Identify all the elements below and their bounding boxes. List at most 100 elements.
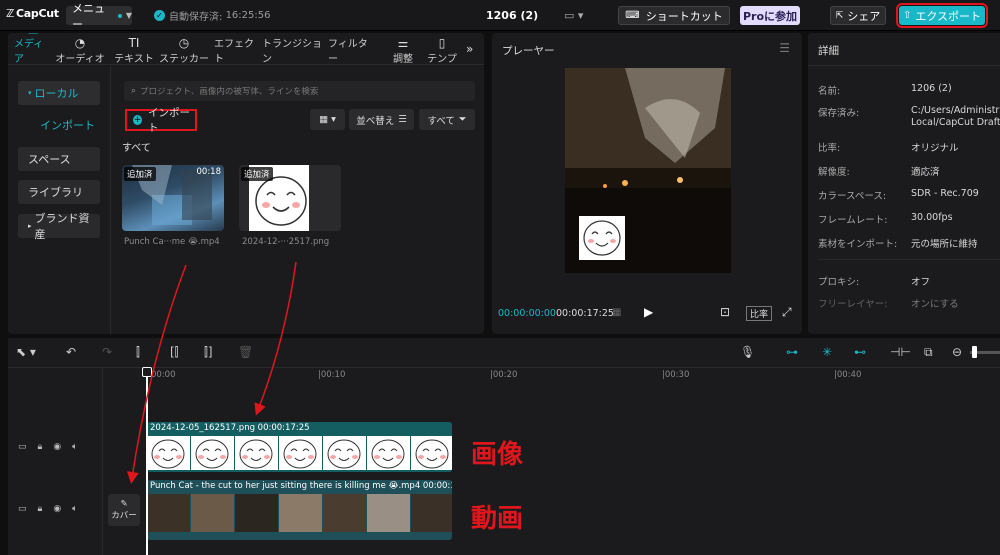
menu-button[interactable]: メニュー ▼ — [66, 2, 132, 31]
detail-value: C:/Users/Administra — [911, 105, 1000, 116]
delete-icon[interactable]: 🗑 — [238, 345, 253, 359]
tab-label: トランジション — [262, 39, 322, 65]
tab-effect[interactable]: ☆エフェクト — [214, 33, 260, 65]
split-icon[interactable]: ⫿ — [136, 345, 140, 360]
text-icon: TI — [128, 36, 140, 50]
cover-button[interactable]: ✎ カバー — [108, 494, 140, 526]
auto-snap-icon[interactable]: ✳ — [822, 345, 832, 359]
import-button[interactable]: + インポート — [125, 107, 197, 134]
sidebar-item-local[interactable]: ▾ ローカル — [18, 81, 100, 105]
export-button[interactable]: ⇧ エクスポート — [896, 3, 988, 28]
filter-button[interactable]: すべて ⏷ — [419, 109, 475, 130]
zoom-slider-handle[interactable] — [972, 346, 977, 358]
detail-label: プロキシ: — [818, 277, 860, 288]
detail-label: 保存済み: — [818, 108, 860, 119]
video-frame — [279, 494, 322, 532]
export-label: エクスポート — [915, 9, 982, 23]
player-menu-icon[interactable]: ☰ — [779, 41, 790, 55]
tab-adjust[interactable]: ⚌ 調整 — [388, 35, 418, 66]
sort-icon: ☰ — [398, 114, 407, 125]
pro-button[interactable]: Proに参加 — [740, 6, 800, 25]
ratio-button[interactable]: 比率 — [746, 306, 773, 321]
tab-text[interactable]: TI テキスト — [112, 35, 156, 66]
playhead[interactable] — [146, 368, 148, 555]
shortcut-button[interactable]: ⌨ ショートカット — [618, 6, 730, 25]
speaker-icon[interactable]: 🔈︎ — [72, 442, 77, 452]
sidebar-item-import[interactable]: インポート — [18, 113, 100, 137]
video-preview[interactable] — [565, 68, 731, 273]
layout-icon[interactable]: ▭ ▾ — [564, 9, 583, 22]
video-clip[interactable]: Punch Cat - the cut to her just sitting … — [147, 480, 452, 540]
tab-filter[interactable]: ❀フィルター — [328, 33, 376, 65]
audio-icon: ◔ — [74, 36, 86, 50]
share-button[interactable]: ⇱ シェア — [830, 6, 886, 25]
tab-label: オーディオ — [55, 54, 105, 65]
lock-icon[interactable]: 🔒︎ — [38, 442, 43, 452]
image-clip-frames — [147, 436, 452, 470]
detail-value: SDR - Rec.709 — [911, 188, 979, 199]
adjust-icon: ⚌ — [397, 36, 409, 50]
tab-sticker[interactable]: ◷ ステッカー — [158, 35, 210, 66]
tab-transition[interactable]: ⋈トランジション — [262, 33, 324, 65]
detail-label: 素材をインポート: — [818, 239, 898, 250]
sticker-icon: ◷ — [178, 36, 190, 50]
sort-label: 並べ替え — [356, 115, 395, 127]
redo-icon[interactable]: ↷ — [102, 345, 112, 359]
undo-icon[interactable]: ↶ — [66, 345, 76, 359]
timeline-panel: ⬉ ▾ ↶ ↷ ⫿ [⫿ ⫿] 🗑 🎙 ⊶ ✳ ⊷ ⊣⊢ ⧉ ⊖ 00:00 |… — [8, 338, 1000, 555]
tab-audio[interactable]: ◔ オーディオ — [52, 35, 108, 66]
detail-label: フリーレイヤー: — [818, 299, 888, 310]
ruler-mark: |00:30 — [662, 370, 690, 380]
media-thumbnail-image[interactable]: 追加済 — [239, 165, 341, 231]
search-input[interactable]: ⌕ プロジェクト、画像内の被写体、ラインを検索 — [124, 81, 475, 101]
timeline-toolbar: ⬉ ▾ ↶ ↷ ⫿ [⫿ ⫿] 🗑 🎙 ⊶ ✳ ⊷ ⊣⊢ ⧉ ⊖ — [8, 338, 1000, 368]
detail-value: Local/CapCut Drafts — [911, 117, 1000, 128]
sort-button[interactable]: 並べ替え ☰ — [349, 109, 414, 130]
tab-label: 調整 — [393, 54, 413, 65]
tool-tabs: ▣メディア ◔ オーディオ TI テキスト ◷ ステッカー ☆エフェクト ⋈トランジシ… — [8, 33, 484, 65]
total-time: 00:00:17:25 — [556, 308, 614, 319]
media-thumbnail-video[interactable]: 追加済 00:18 — [122, 165, 224, 231]
details-title: 詳細 — [818, 45, 839, 57]
microphone-icon[interactable]: 🎙 — [740, 345, 755, 359]
play-icon[interactable]: ▶ — [644, 305, 653, 319]
frame-grid-icon[interactable]: ▦ — [612, 307, 621, 318]
preview-axis-icon[interactable]: ⊣⊢ — [890, 345, 911, 359]
tab-label: メディア — [14, 39, 44, 65]
details-panel: 詳細 名前: 1206 (2) 保存済み: C:/Users/Administra … — [808, 33, 1000, 334]
template-icon: ▯ — [438, 36, 446, 50]
track-header-divider — [102, 368, 103, 555]
sidebar-item-library[interactable]: ライブラリ — [18, 180, 100, 204]
image-clip[interactable]: 2024-12-05_162517.png 00:00:17:25 — [147, 422, 452, 472]
tab-label: フィルター — [328, 39, 368, 65]
ruler-mark: |00:40 — [834, 370, 862, 380]
speaker-icon[interactable]: 🔈︎ — [72, 504, 77, 514]
search-placeholder: プロジェクト、画像内の被写体、ラインを検索 — [140, 87, 319, 97]
screenshot-icon[interactable]: ⊡ — [720, 305, 730, 319]
more-tabs-icon[interactable]: » — [466, 42, 473, 56]
main-track-magnet-icon[interactable]: ⊶ — [786, 345, 798, 359]
lock-icon[interactable]: 🔒︎ — [38, 504, 43, 514]
view-toggle-button[interactable]: ▦ ▾ — [310, 109, 345, 130]
detail-value: 30.00fps — [911, 212, 953, 223]
chevron-down-icon: ▼ — [125, 11, 132, 20]
tab-label: ステッカー — [159, 54, 209, 65]
playhead-handle[interactable] — [142, 367, 152, 377]
zoom-out-icon[interactable]: ⊖ — [952, 345, 962, 359]
tab-label: エフェクト — [214, 39, 254, 65]
grid-icon: ▦ ▾ — [319, 114, 336, 125]
sidebar-item-brand[interactable]: ▸ ブランド資産 — [18, 212, 100, 241]
link-icon[interactable]: ⊷ — [854, 345, 866, 359]
split-right-icon[interactable]: ⫿] — [204, 345, 213, 360]
tab-media[interactable]: ▣メディア — [14, 33, 52, 65]
eye-icon[interactable]: ◉ — [53, 442, 61, 452]
image-frame — [147, 436, 190, 470]
caption-icon[interactable]: ⧉ — [924, 345, 933, 360]
eye-icon[interactable]: ◉ — [53, 504, 61, 514]
fullscreen-icon[interactable]: ⤢ — [782, 305, 792, 320]
split-left-icon[interactable]: [⫿ — [170, 345, 179, 360]
tab-template[interactable]: ▯ テンプ — [426, 35, 458, 66]
sidebar-item-space[interactable]: スペース — [18, 147, 100, 171]
logo-text: CapCut — [16, 7, 59, 20]
cursor-icon[interactable]: ⬉ ▾ — [16, 345, 36, 359]
